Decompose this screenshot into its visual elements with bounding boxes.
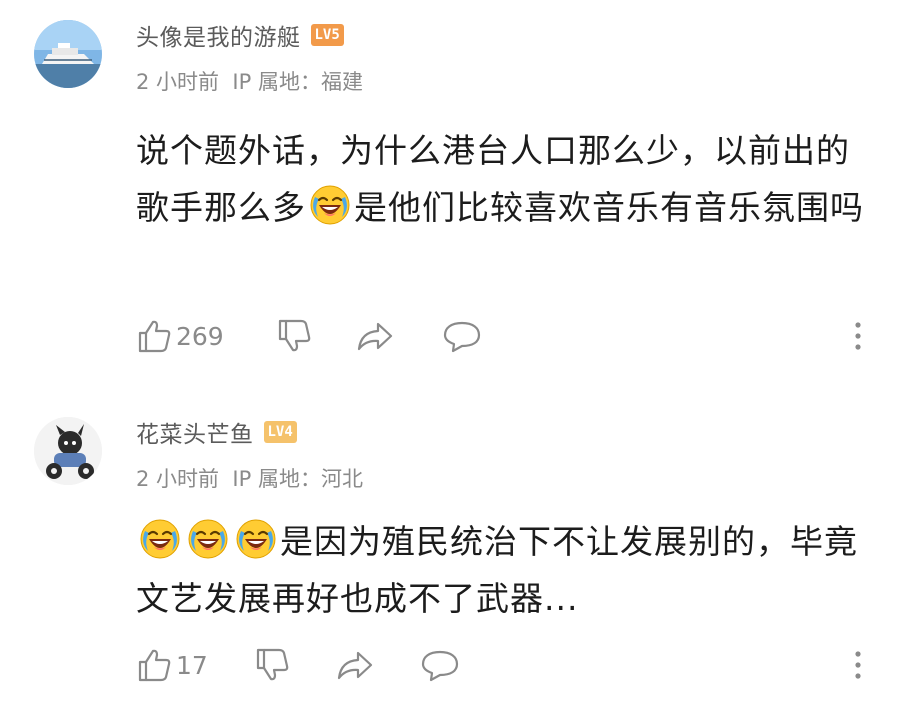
reply-button[interactable]: [442, 318, 482, 354]
comment-time: 2 小时前: [136, 467, 220, 491]
username-text[interactable]: 花菜头芒鱼: [136, 415, 254, 449]
like-button[interactable]: 269: [136, 318, 224, 354]
share-arrow-icon: [337, 651, 373, 680]
thumbs-up-icon: [138, 320, 171, 353]
speech-bubble-icon: [443, 321, 481, 353]
more-options-button[interactable]: [848, 318, 868, 354]
like-count: 17: [176, 650, 208, 680]
comment-text-part: 是他们比较喜欢音乐有音乐氛围吗: [354, 188, 864, 227]
level-badge: LV5: [310, 24, 344, 46]
comment-item: 花菜头芒鱼 LV4 2 小时前 IP 属地：河北 是因为殖民统治下不让发展别的，…: [0, 385, 904, 702]
comment-meta: 2 小时前 IP 属地：河北: [136, 463, 363, 493]
avatar[interactable]: [34, 20, 102, 88]
dislike-button[interactable]: [276, 318, 312, 354]
share-arrow-icon: [357, 322, 393, 351]
level-badge: LV4: [263, 421, 297, 443]
comment-item: 头像是我的游艇 LV5 2 小时前 IP 属地：福建 说个题外话，为什么港台人口…: [0, 0, 904, 385]
thumbs-up-icon: [138, 649, 171, 682]
comment-actions: 17: [136, 647, 876, 687]
username-text[interactable]: 头像是我的游艇: [136, 18, 301, 52]
laugh-cry-emoji: [234, 517, 278, 561]
comment-actions: 269: [136, 318, 876, 358]
username[interactable]: 头像是我的游艇 LV5: [136, 18, 344, 52]
like-count: 269: [176, 321, 224, 351]
comment-time: 2 小时前: [136, 70, 220, 94]
more-vertical-icon: [855, 651, 861, 679]
avatar[interactable]: [34, 417, 102, 485]
more-vertical-icon: [855, 322, 861, 350]
laugh-cry-emoji: [138, 517, 182, 561]
username[interactable]: 花菜头芒鱼 LV4: [136, 415, 297, 449]
comment-text: 说个题外话，为什么港台人口那么少，以前出的歌手那么多 是他们比较喜欢音乐有音乐氛围…: [136, 122, 876, 236]
laugh-cry-emoji: [186, 517, 230, 561]
thumbs-down-icon: [278, 319, 311, 352]
speech-bubble-icon: [421, 650, 459, 682]
reply-button[interactable]: [420, 647, 460, 683]
more-options-button[interactable]: [848, 647, 868, 683]
like-button[interactable]: 17: [136, 647, 208, 683]
comment-text: 是因为殖民统治下不让发展别的，毕竟文艺发展再好也成不了武器...: [136, 513, 876, 627]
thumbs-down-icon: [256, 648, 289, 681]
share-button[interactable]: [356, 318, 394, 354]
comment-meta: 2 小时前 IP 属地：福建: [136, 66, 363, 96]
dislike-button[interactable]: [254, 647, 290, 683]
laugh-cry-emoji: [308, 183, 352, 227]
ip-location: IP 属地：福建: [232, 70, 363, 94]
ip-location: IP 属地：河北: [232, 467, 363, 491]
share-button[interactable]: [336, 647, 374, 683]
